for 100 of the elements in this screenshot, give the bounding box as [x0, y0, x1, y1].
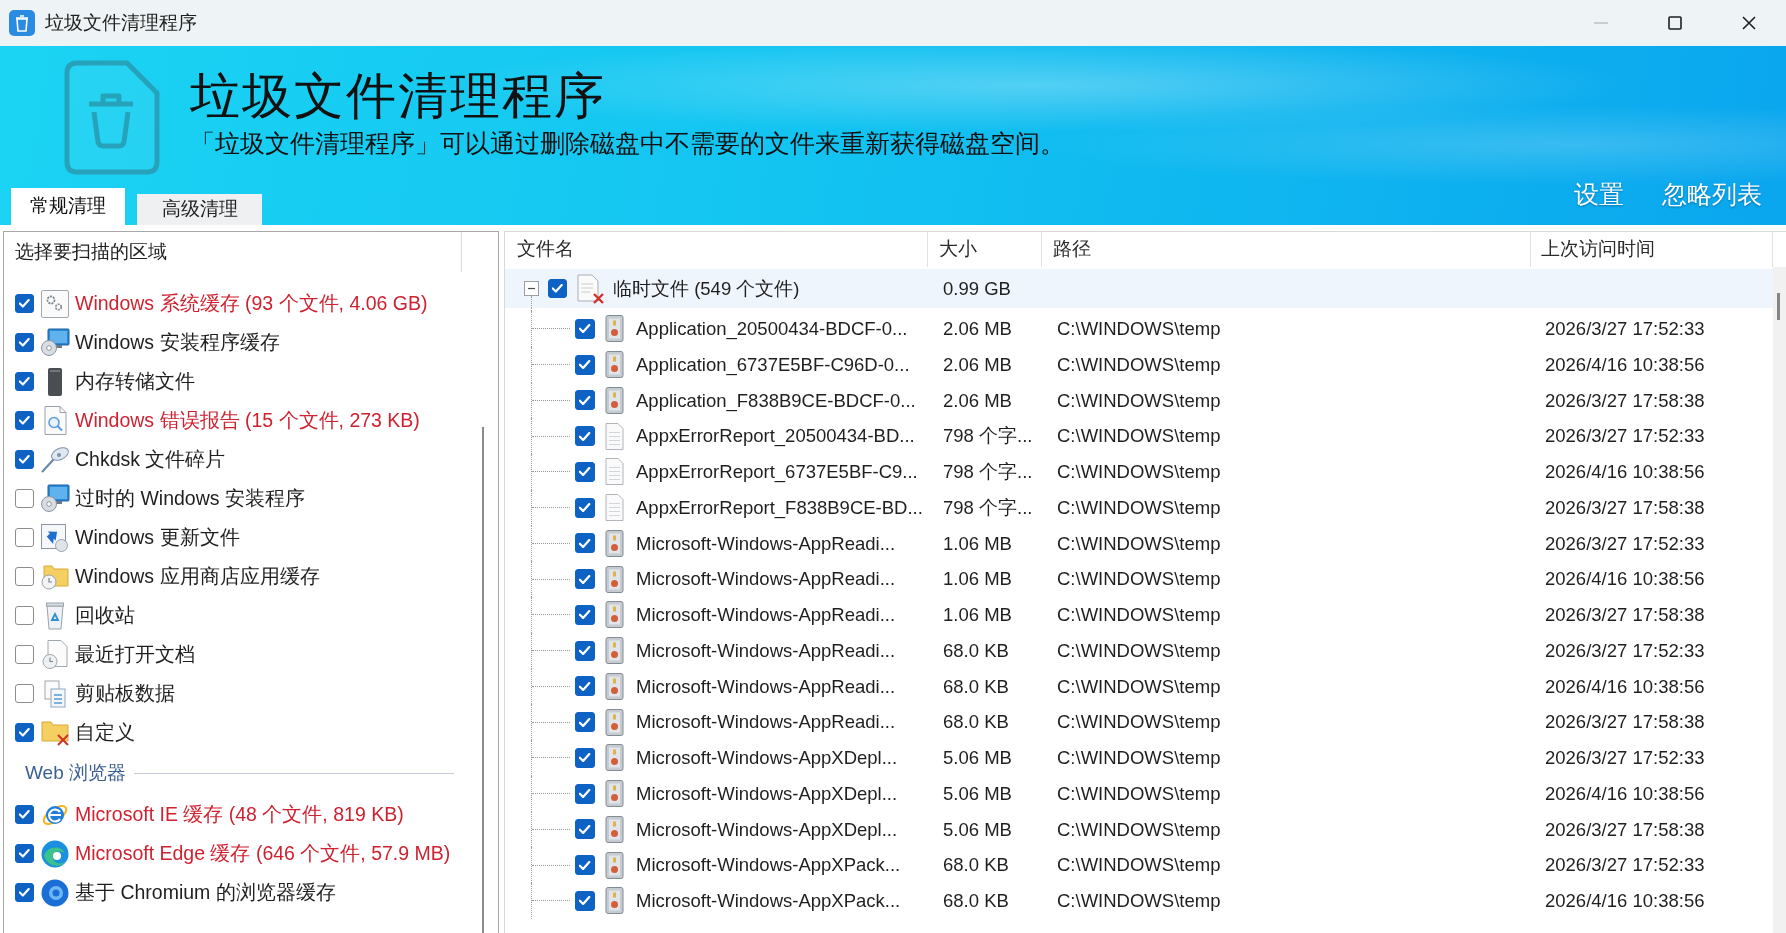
table-cell-text: C:\WINDOWS\temp — [1057, 567, 1221, 592]
checkbox[interactable] — [15, 528, 34, 547]
checkbox[interactable] — [575, 497, 595, 518]
file-name: Microsoft-Windows-AppReadi... — [636, 638, 896, 663]
scan-area-label: 回收站 — [75, 602, 135, 628]
document-icon — [604, 494, 624, 522]
tab[interactable]: 常规清理 — [11, 188, 125, 225]
checkbox[interactable] — [575, 604, 595, 625]
scan-area-label: 最近打开文档 — [75, 641, 195, 667]
group-row[interactable]: 临时文件 (549 个文件) 0.99 GB — [505, 269, 1773, 308]
checkbox[interactable] — [575, 890, 595, 911]
table-cell-text: C:\WINDOWS\temp — [1057, 603, 1221, 627]
checkbox[interactable] — [15, 450, 34, 469]
checkbox[interactable] — [575, 712, 595, 733]
scan-area-label: 基于 Chromium 的浏览器缓存 — [75, 879, 336, 905]
table-cell-text: 2026/4/16 10:38:56 — [1545, 781, 1705, 806]
checkmark-icon — [579, 610, 591, 620]
app-file-icon — [604, 351, 624, 379]
magnifier-document-icon — [43, 406, 67, 435]
column-header[interactable]: 上次访问时间 — [1531, 232, 1773, 267]
file-name: Microsoft-Windows-AppReadi... — [636, 674, 896, 699]
file-name: Microsoft-Windows-AppXDepl... — [636, 781, 898, 806]
checkbox[interactable] — [15, 372, 34, 391]
table-cell-text: 2.06 MB — [943, 352, 1012, 377]
checkbox[interactable] — [575, 640, 595, 661]
tab[interactable]: 高级清理 — [137, 194, 262, 225]
table-cell-text: 2026/3/27 17:52:33 — [1545, 531, 1705, 556]
checkbox[interactable] — [15, 489, 34, 508]
scan-area-label: Chkdsk 文件碎片 — [75, 446, 226, 472]
document-icon — [604, 458, 624, 486]
checkbox[interactable] — [575, 461, 595, 482]
table-cell-text: 2026/3/27 17:58:38 — [1545, 388, 1705, 413]
collapse-icon[interactable] — [524, 281, 539, 296]
checkbox[interactable] — [15, 723, 34, 742]
checkbox[interactable] — [575, 390, 595, 411]
trash-document-icon — [63, 60, 160, 175]
checkmark-icon — [579, 324, 591, 334]
file-name: Application_20500434-BDCF-0... — [636, 317, 908, 342]
table-cell-text: 2026/3/27 17:52:33 — [1545, 638, 1705, 663]
document-x-icon — [576, 273, 605, 304]
checkbox[interactable] — [575, 318, 595, 339]
checkmark-icon — [579, 753, 591, 763]
scrollbar-thumb[interactable] — [1777, 293, 1780, 320]
checkbox[interactable] — [15, 411, 34, 430]
checkmark-icon — [19, 728, 30, 737]
table-cell-text: 2026/3/27 17:58:38 — [1545, 603, 1705, 627]
checkbox[interactable] — [15, 567, 34, 586]
checkbox[interactable] — [15, 606, 34, 625]
table-cell-text: C:\WINDOWS\temp — [1057, 531, 1221, 556]
checkbox[interactable] — [575, 354, 595, 375]
monitor-disc-icon — [40, 328, 70, 357]
checkbox[interactable] — [15, 805, 34, 824]
checkmark-icon — [579, 789, 591, 799]
table-cell-text: 2026/3/27 17:58:38 — [1545, 817, 1705, 842]
window-title: 垃圾文件清理程序 — [45, 10, 197, 35]
checkmark-icon — [19, 455, 30, 464]
checkbox[interactable] — [15, 844, 34, 863]
checkbox[interactable] — [575, 783, 595, 804]
checkbox[interactable] — [548, 279, 567, 298]
column-header[interactable]: 大小 — [928, 232, 1042, 267]
checkbox[interactable] — [15, 333, 34, 352]
table-cell-text: C:\WINDOWS\temp — [1057, 710, 1221, 735]
file-name: Microsoft-Windows-AppReadi... — [636, 567, 896, 592]
checkbox[interactable] — [575, 855, 595, 876]
table-cell-text: C:\WINDOWS\temp — [1057, 746, 1221, 770]
checkbox[interactable] — [575, 747, 595, 768]
scrollbar-thumb[interactable] — [482, 427, 484, 933]
document-icon — [604, 422, 624, 450]
table-cell-text: C:\WINDOWS\temp — [1057, 638, 1221, 663]
file-name: Application_F838B9CE-BDCF-0... — [636, 388, 916, 414]
checkbox[interactable] — [575, 533, 595, 554]
checkmark-icon — [579, 646, 591, 656]
table-cell-text: 5.06 MB — [943, 746, 1012, 770]
scan-area-label: 内存转储文件 — [75, 368, 195, 394]
checkbox[interactable] — [575, 569, 595, 590]
folder-clock-icon — [41, 563, 69, 590]
table-cell-text: 1.06 MB — [943, 603, 1012, 627]
table-cell-text: 68.0 KB — [943, 674, 1009, 699]
table-cell-text: 2026/3/27 17:52:33 — [1545, 746, 1705, 770]
browser-circle-icon — [41, 878, 69, 907]
table-cell-text: 0.99 GB — [942, 276, 1011, 301]
table-cell-text: C:\WINDOWS\temp — [1057, 388, 1221, 413]
table-cell-text: 2026/3/27 17:52:33 — [1545, 424, 1705, 449]
scan-area-label: Windows 系统缓存 (93 个文件, 4.06 GB) — [75, 290, 428, 316]
checkmark-icon — [552, 284, 563, 293]
column-header[interactable]: 文件名 — [505, 232, 928, 267]
table-cell-text: 2026/3/27 17:52:33 — [1545, 853, 1705, 878]
app-file-icon — [604, 565, 624, 593]
checkbox[interactable] — [15, 684, 34, 703]
table-cell-text: 5.06 MB — [943, 781, 1012, 806]
checkbox[interactable] — [15, 883, 34, 902]
checkbox[interactable] — [575, 819, 595, 840]
checkmark-icon — [579, 574, 591, 584]
checkbox[interactable] — [575, 426, 595, 447]
checkbox[interactable] — [575, 676, 595, 697]
column-header[interactable]: 路径 — [1042, 232, 1531, 267]
checkbox[interactable] — [15, 294, 34, 313]
file-name: Microsoft-Windows-AppReadi... — [636, 531, 896, 556]
checkbox[interactable] — [15, 645, 34, 664]
monitor-disc-icon — [40, 484, 70, 513]
